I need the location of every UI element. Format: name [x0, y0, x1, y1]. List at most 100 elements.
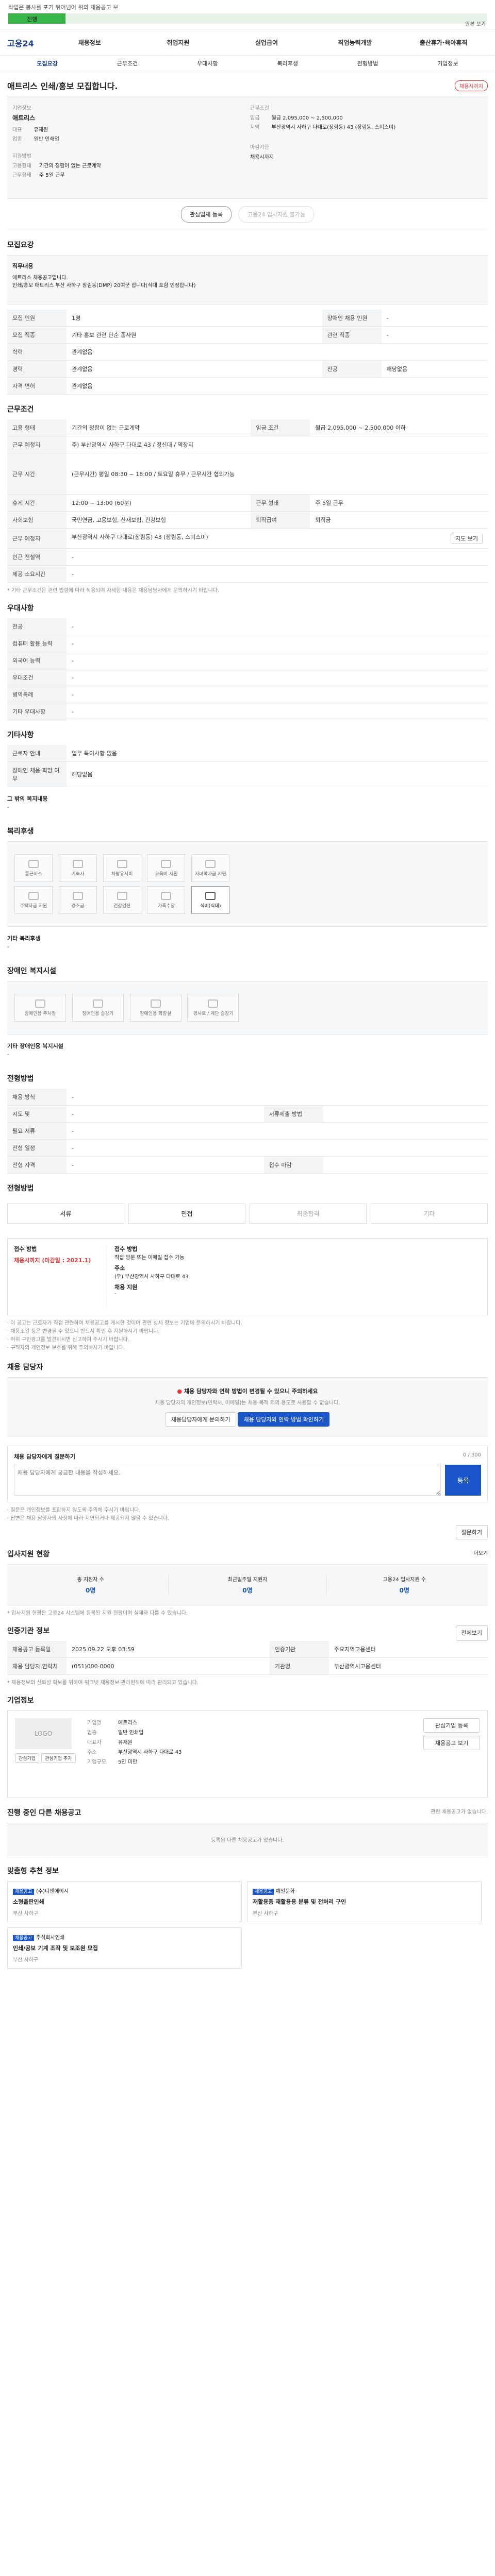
note: * 채용정보의 신뢰성 확보를 위하여 워크넷 채용정보 관리원칙에 따라 관리… [7, 1680, 199, 1686]
label: 컴퓨터 활용 능력 [7, 635, 67, 652]
education-icon [161, 859, 172, 868]
note: · 구직자의 개인정보 보호를 위해 주의하시기 바랍니다. [7, 1345, 125, 1351]
job-title-row: 애트리스 인쇄/홍보 모집합니다. 채용시까지 [7, 71, 488, 96]
char-count: 0 / 300 [463, 1452, 481, 1458]
label: 주소 [114, 1265, 125, 1272]
section-title: 전형방법 [7, 1184, 34, 1193]
contact-method-button[interactable]: 채용 담당자와 연락 방법 확인하기 [238, 1412, 330, 1427]
site-logo[interactable]: 고용24 [7, 37, 45, 49]
follow-button[interactable]: 관심기업 추가 [41, 1753, 76, 1763]
stat-value: 0명 [242, 1587, 253, 1594]
value: 12:00 ~ 13:00 (60분) [67, 494, 251, 512]
tab[interactable]: 모집요강 [7, 59, 87, 67]
section-title: 기타사항 [7, 731, 34, 739]
qna-section: 채용 담당자에게 질문하기 0 / 300 등록 · 질문은 개인정보를 포함하지… [7, 1446, 488, 1539]
welfare-tile: 가족수당 [147, 886, 186, 914]
more-link[interactable]: 더보기 [473, 1549, 488, 1564]
apply-notes: · 이 공고는 근로자가 직접 관련하여 채용공고를 게시한 것이며 관련 상세… [7, 1319, 488, 1352]
value: - [67, 1089, 488, 1106]
section-title: 장애인 복지시설 [7, 967, 57, 975]
nav-item[interactable]: 직업능력개발 [311, 38, 400, 47]
label: 관련 직종 [322, 326, 382, 344]
favorite-button[interactable]: 관심기업 [15, 1753, 40, 1763]
meta: 부산 사하구 [253, 1911, 278, 1917]
section-title: 채용 담당자 [7, 1363, 43, 1371]
label: 외국어 능력 [7, 652, 67, 669]
action-row: 관심업체 등록 고용24 입사지원 불가능 [7, 199, 488, 230]
label: 근무 예정지 [7, 436, 67, 453]
gift-icon [72, 891, 83, 900]
global-nav: 고용24 채용정보 취업지원 실업급여 직업능력개발 출산휴가·육아휴직 [0, 30, 495, 56]
nav-item[interactable]: 취업지원 [134, 38, 223, 47]
tile-label: 통근버스 [25, 871, 42, 877]
tab[interactable]: 복리후생 [248, 59, 327, 67]
label: 근로자 안내 [7, 745, 67, 762]
house-icon [28, 891, 39, 900]
banner-text: 작업은 봉사를 포기 뛰어넘어 위의 채용공고 보 [8, 4, 119, 11]
value: 직접 방문 또는 이메일 접수 가능 [114, 1255, 185, 1261]
note: · 허위 구인광고를 발견하시면 신고하여 주시기 바랍니다. [7, 1337, 130, 1343]
contact-inquiry-button[interactable]: 채용담당자에게 문의하기 [165, 1412, 236, 1427]
value: 1명 [67, 310, 322, 327]
label: 휴게 시간 [7, 494, 67, 512]
value: 국민연금, 고용보험, 산재보험, 건강보험 [67, 511, 251, 529]
company-jobs-button[interactable]: 채용공고 보기 [423, 1736, 480, 1750]
apply-button[interactable]: 고용24 입사지원 불가능 [238, 206, 315, 223]
banner-link[interactable]: 원본 보기 [465, 20, 486, 27]
disabled-box: 장애인용 주차장 장애인용 승강기 장애인용 화장실 경사로 / 계단 승강기 [7, 981, 488, 1035]
company-register-button[interactable]: 관심기업 등록 [423, 1718, 480, 1733]
tab[interactable]: 근무조건 [87, 59, 167, 67]
value: - [67, 686, 488, 703]
warning-subtext: 채용 담당자의 개인정보(연락처, 이메일)는 채용 목적 외의 용도로 사용할… [155, 1400, 340, 1406]
qna-input[interactable] [14, 1465, 441, 1496]
dormitory-icon [72, 859, 83, 868]
stat-value: 0명 [399, 1587, 410, 1594]
label: 인증기관 [269, 1641, 329, 1658]
recommend-card[interactable]: 채용공고 (주)디앤에이시 소형출판인쇄 부산 사하구 [7, 1881, 242, 1922]
value: 해당없음 [381, 360, 488, 378]
elevator-icon [92, 999, 103, 1008]
value: - [7, 944, 9, 950]
label: 모집 인원 [7, 310, 67, 327]
value: 주 5일 근무 [310, 494, 488, 512]
scrap-button[interactable]: 관심업체 등록 [180, 206, 232, 223]
tile-label: 가족수당 [157, 903, 175, 909]
nav-item[interactable]: 출산휴가·육아휴직 [399, 38, 488, 47]
qna-link-button[interactable]: 질문하기 [455, 1525, 488, 1539]
recommend-card[interactable]: 채용공고 예일문화 재활용품 재활용용 분류 및 전처리 구인 부산 사하구 [247, 1881, 482, 1922]
progress-bar: 진행 [8, 13, 487, 24]
tab[interactable]: 우대사항 [168, 59, 248, 67]
value: 퇴직금 [310, 511, 488, 529]
nav-item[interactable]: 채용정보 [45, 38, 134, 47]
value: 5인 미만 [118, 1759, 138, 1765]
label: 모집 직종 [7, 326, 67, 344]
section-title: 우대사항 [7, 604, 34, 613]
job-title: 소형출판인쇄 [13, 1899, 44, 1905]
welfare-section: 복리후생 통근버스 기숙사 차량유지비 교육비 지원 자녀학자금 지원 주택자금… [7, 826, 488, 950]
summary-box: 기업정보 애트리스 대표 유재원 업종 일반 인쇄업 지원방법 고용형태 기간의… [7, 96, 488, 199]
tab[interactable]: 전형방법 [327, 59, 407, 67]
section-title: 맞춤형 추천 정보 [7, 1867, 59, 1875]
tab[interactable]: 기업정보 [408, 59, 488, 67]
qna-submit-button[interactable]: 등록 [445, 1465, 481, 1496]
label: 장애인 채용 희망 여부 [7, 761, 67, 787]
empty-text: 등록된 다른 채용공고가 없습니다. [211, 1838, 284, 1843]
tag: 채용공고 [13, 1889, 35, 1895]
section-title: 근무조건 [7, 405, 34, 414]
label: 전공 [7, 618, 67, 635]
disabled-tile: 경사로 / 계단 승강기 [187, 994, 239, 1022]
map-button[interactable]: 지도 보기 [451, 533, 483, 544]
deadline-text: 채용시까지 (마감일 : 2021.1) [14, 1257, 91, 1264]
label: 임금 [250, 115, 260, 121]
label: 직무내용 [12, 263, 34, 269]
view-all-button[interactable]: 전체보기 [455, 1625, 488, 1641]
nav-item[interactable]: 실업급여 [222, 38, 311, 47]
qna-notes: · 질문은 개인정보를 포함하지 않도록 주의해 주시기 바랍니다. · 답변은… [7, 1506, 488, 1523]
recommend-card[interactable]: 채용공고 주식회사인쇄 인쇄/공보 기계 조작 및 보조원 모집 부산 사하구 [7, 1927, 242, 1969]
welfare-tile-active: 식비(식대) [191, 886, 230, 914]
value: 관계없음 [67, 377, 488, 395]
welfare-tile: 건강검진 [103, 886, 141, 914]
label: 병역특례 [7, 686, 67, 703]
label: 채용 담당자 연락처 [7, 1657, 67, 1675]
tuition-icon [205, 859, 216, 868]
